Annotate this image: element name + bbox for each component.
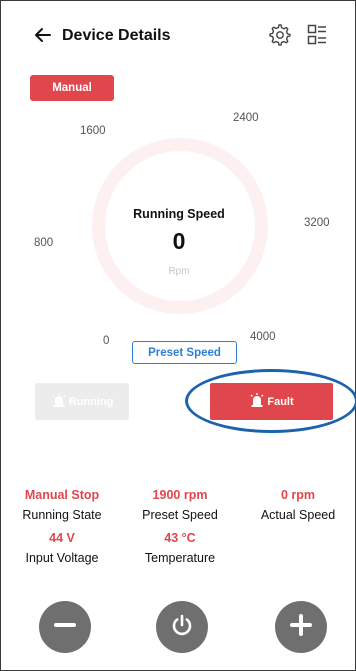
- fault-status-label: Fault: [267, 395, 294, 408]
- power-button[interactable]: [156, 601, 208, 653]
- fault-status-button[interactable]: Fault: [210, 383, 333, 420]
- gauge-value: 0: [172, 228, 186, 254]
- alarm-light-icon: [51, 393, 67, 410]
- gauge-unit: Rpm: [168, 266, 190, 277]
- gauge-tick: 4000: [250, 331, 276, 343]
- settings-button[interactable]: [268, 23, 292, 51]
- page-title: Device Details: [62, 27, 171, 44]
- metric-label: Actual Speed: [260, 508, 336, 522]
- gear-icon: [269, 23, 291, 51]
- gauge-tick: 0: [103, 335, 110, 347]
- mode-badge[interactable]: Manual: [30, 75, 114, 101]
- metric-value: 43 °C: [164, 531, 196, 545]
- metric-value: 44 V: [49, 531, 75, 545]
- minus-icon: [53, 613, 77, 642]
- back-button[interactable]: [31, 25, 55, 49]
- list-grid-icon: [307, 24, 327, 51]
- metric-running-state: Manual Stop Running State: [2, 488, 122, 522]
- metric-actual-speed: 0 rpm Actual Speed: [238, 488, 356, 522]
- decrease-speed-button[interactable]: [39, 601, 91, 653]
- device-details-screen: Device Details Manual 1600 2400 800 3200…: [0, 0, 356, 671]
- alarm-light-icon: [249, 393, 265, 410]
- metric-input-voltage: 44 V Input Voltage: [2, 531, 122, 565]
- speed-gauge-ring: [92, 138, 268, 314]
- running-status-button[interactable]: Running: [35, 383, 129, 420]
- power-icon: [170, 613, 194, 642]
- preset-speed-button[interactable]: Preset Speed: [132, 341, 237, 364]
- arrow-left-icon: [34, 27, 52, 48]
- metric-value: Manual Stop: [24, 488, 100, 502]
- running-status-label: Running: [68, 395, 114, 408]
- gauge-tick: 2400: [233, 112, 259, 124]
- metric-value: 1900 rpm: [152, 488, 208, 502]
- header-bar: Device Details: [1, 19, 356, 55]
- metric-label: Input Voltage: [25, 551, 99, 565]
- metric-label: Preset Speed: [142, 508, 218, 522]
- menu-button[interactable]: [305, 24, 329, 50]
- metric-temperature: 43 °C Temperature: [120, 531, 240, 565]
- gauge-title: Running Speed: [133, 207, 225, 221]
- gauge-tick: 1600: [80, 125, 106, 137]
- plus-icon: [289, 613, 313, 642]
- metric-preset-speed: 1900 rpm Preset Speed: [120, 488, 240, 522]
- metric-label: Temperature: [144, 551, 216, 565]
- metric-value: 0 rpm: [280, 488, 316, 502]
- metric-label: Running State: [22, 508, 102, 522]
- increase-speed-button[interactable]: [275, 601, 327, 653]
